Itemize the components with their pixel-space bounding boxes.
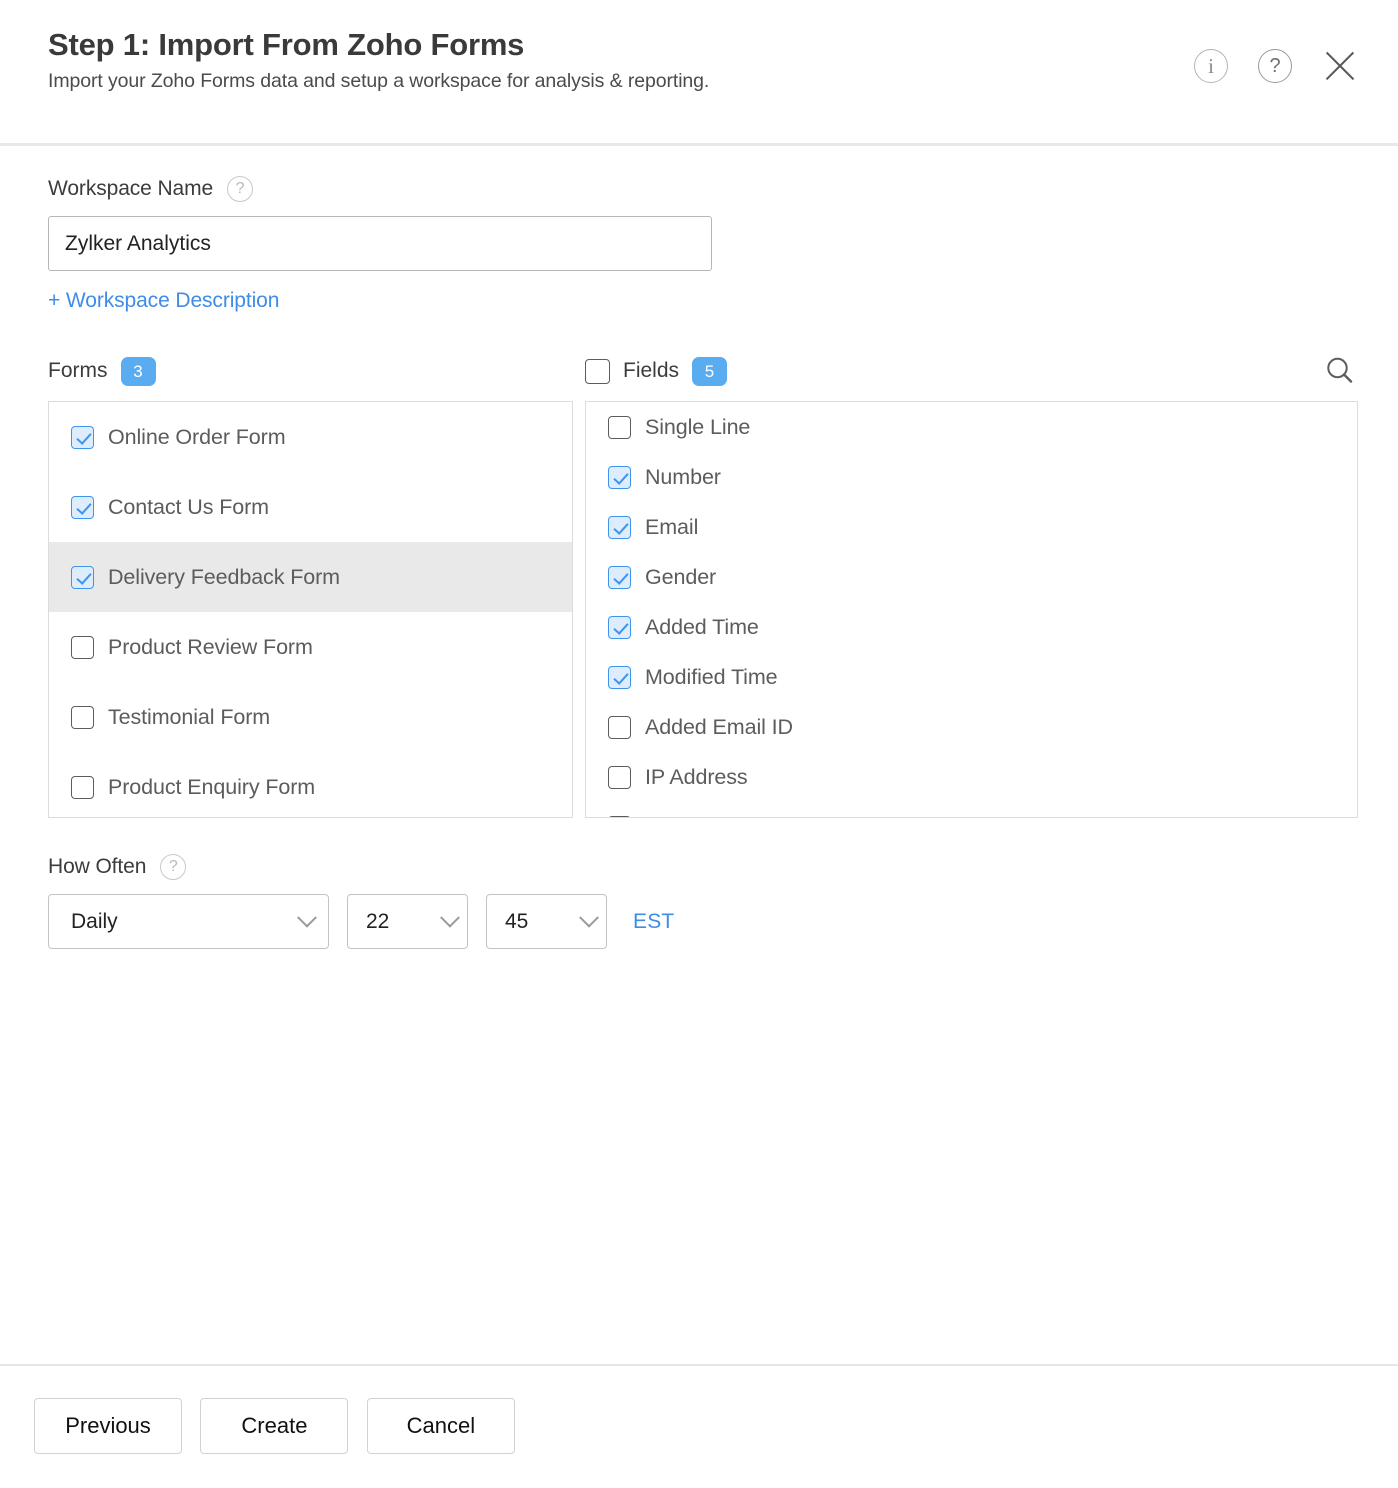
list-item[interactable]: Added Time bbox=[586, 602, 1357, 652]
checkbox-checked[interactable] bbox=[71, 566, 94, 589]
checkbox-checked[interactable] bbox=[71, 426, 94, 449]
forms-list[interactable]: Online Order Form Contact Us Form Delivery… bbox=[48, 401, 573, 818]
checkbox-unchecked[interactable] bbox=[71, 706, 94, 729]
schedule-controls: Daily 22 45 EST bbox=[48, 894, 1350, 949]
chevron-down-icon bbox=[440, 907, 460, 927]
checkbox-unchecked[interactable] bbox=[608, 716, 631, 739]
header-actions: i ? bbox=[1194, 48, 1358, 84]
list-item[interactable]: IP Address bbox=[586, 752, 1357, 802]
hour-select[interactable]: 22 bbox=[347, 894, 468, 949]
list-item-label: Number bbox=[645, 465, 721, 490]
workspace-name-input[interactable] bbox=[48, 216, 712, 271]
list-item[interactable]: Added Email ID bbox=[586, 702, 1357, 752]
list-item[interactable]: Gender bbox=[586, 552, 1357, 602]
workspace-description-link[interactable]: + Workspace Description bbox=[48, 289, 279, 313]
fields-header: Fields 5 bbox=[585, 351, 1358, 391]
list-item-label: Online Order Form bbox=[108, 425, 286, 450]
forms-count-badge: 3 bbox=[121, 357, 156, 386]
list-item-label: IP Address bbox=[645, 765, 748, 790]
list-item-label: Added Time bbox=[645, 615, 759, 640]
hour-select-value: 22 bbox=[366, 910, 389, 934]
list-item-label: Contact Us Form bbox=[108, 495, 269, 520]
dialog-body: Workspace Name ? + Workspace Description… bbox=[0, 146, 1398, 1364]
fields-count-badge: 5 bbox=[692, 357, 727, 386]
info-circle-icon[interactable]: i bbox=[1194, 49, 1228, 83]
list-item[interactable]: Online Order Form bbox=[49, 402, 572, 472]
close-icon[interactable] bbox=[1322, 48, 1358, 84]
list-item[interactable]: Contact Us Form bbox=[49, 472, 572, 542]
how-often-label: How Often bbox=[48, 855, 146, 879]
list-item[interactable]: Referrer Name bbox=[586, 802, 1357, 818]
chevron-down-icon bbox=[297, 907, 317, 927]
how-often-label-row: How Often ? bbox=[48, 854, 1350, 880]
list-item-label: Product Review Form bbox=[108, 635, 313, 660]
checkbox-unchecked[interactable] bbox=[71, 776, 94, 799]
list-item-label: Added Email ID bbox=[645, 715, 793, 740]
minute-select-value: 45 bbox=[505, 910, 528, 934]
list-item[interactable]: Product Enquiry Form bbox=[49, 752, 572, 818]
frequency-select-value: Daily bbox=[71, 910, 118, 934]
list-item[interactable]: Email bbox=[586, 502, 1357, 552]
list-item-label: Modified Time bbox=[645, 665, 778, 690]
cancel-button[interactable]: Cancel bbox=[367, 1398, 515, 1454]
how-often-section: How Often ? Daily 22 45 EST bbox=[48, 854, 1350, 949]
checkbox-checked[interactable] bbox=[608, 516, 631, 539]
minute-select[interactable]: 45 bbox=[486, 894, 607, 949]
dialog-footer: Previous Create Cancel bbox=[0, 1364, 1398, 1488]
checkbox-checked[interactable] bbox=[608, 616, 631, 639]
previous-button[interactable]: Previous bbox=[34, 1398, 182, 1454]
fields-select-all-checkbox[interactable] bbox=[585, 359, 610, 384]
checkbox-unchecked[interactable] bbox=[608, 766, 631, 789]
timezone-link[interactable]: EST bbox=[633, 910, 674, 934]
workspace-name-label: Workspace Name bbox=[48, 177, 213, 201]
list-item-label: Gender bbox=[645, 565, 716, 590]
search-icon[interactable] bbox=[1322, 353, 1358, 389]
list-item-label: Single Line bbox=[645, 415, 750, 440]
fields-list[interactable]: Single Line Number Email Gender Added Time Mo… bbox=[585, 401, 1358, 818]
list-item-label: Referrer Name bbox=[645, 815, 786, 819]
list-item[interactable]: Single Line bbox=[586, 402, 1357, 452]
checkbox-unchecked[interactable] bbox=[71, 636, 94, 659]
page-title: Step 1: Import From Zoho Forms bbox=[48, 26, 1362, 65]
question-circle-icon[interactable]: ? bbox=[1258, 49, 1292, 83]
list-item-label: Product Enquiry Form bbox=[108, 775, 315, 800]
dialog-header: Step 1: Import From Zoho Forms Import yo… bbox=[0, 0, 1398, 146]
forms-title: Forms bbox=[48, 359, 108, 383]
list-item-label: Delivery Feedback Form bbox=[108, 565, 340, 590]
page-subtitle: Import your Zoho Forms data and setup a … bbox=[48, 69, 1362, 94]
forms-column: Forms 3 Online Order Form Contact Us Form… bbox=[48, 351, 573, 818]
how-often-help-icon[interactable]: ? bbox=[160, 854, 186, 880]
list-item-label: Testimonial Form bbox=[108, 705, 270, 730]
fields-column: Fields 5 Single Line Number Email Gender Add… bbox=[585, 351, 1358, 818]
selection-panels: Forms 3 Online Order Form Contact Us Form… bbox=[48, 351, 1350, 818]
create-button[interactable]: Create bbox=[200, 1398, 348, 1454]
workspace-name-label-row: Workspace Name ? bbox=[48, 176, 1350, 202]
list-item[interactable]: Modified Time bbox=[586, 652, 1357, 702]
checkbox-unchecked[interactable] bbox=[608, 416, 631, 439]
fields-title: Fields bbox=[623, 359, 679, 383]
checkbox-checked[interactable] bbox=[71, 496, 94, 519]
checkbox-unchecked[interactable] bbox=[608, 816, 631, 819]
checkbox-checked[interactable] bbox=[608, 466, 631, 489]
list-item[interactable]: Number bbox=[586, 452, 1357, 502]
checkbox-checked[interactable] bbox=[608, 566, 631, 589]
import-dialog: Step 1: Import From Zoho Forms Import yo… bbox=[0, 0, 1398, 1488]
workspace-name-help-icon[interactable]: ? bbox=[227, 176, 253, 202]
list-item[interactable]: Product Review Form bbox=[49, 612, 572, 682]
chevron-down-icon bbox=[579, 907, 599, 927]
forms-header: Forms 3 bbox=[48, 351, 573, 391]
frequency-select[interactable]: Daily bbox=[48, 894, 329, 949]
checkbox-checked[interactable] bbox=[608, 666, 631, 689]
list-item[interactable]: Delivery Feedback Form bbox=[49, 542, 572, 612]
list-item-label: Email bbox=[645, 515, 698, 540]
list-item[interactable]: Testimonial Form bbox=[49, 682, 572, 752]
